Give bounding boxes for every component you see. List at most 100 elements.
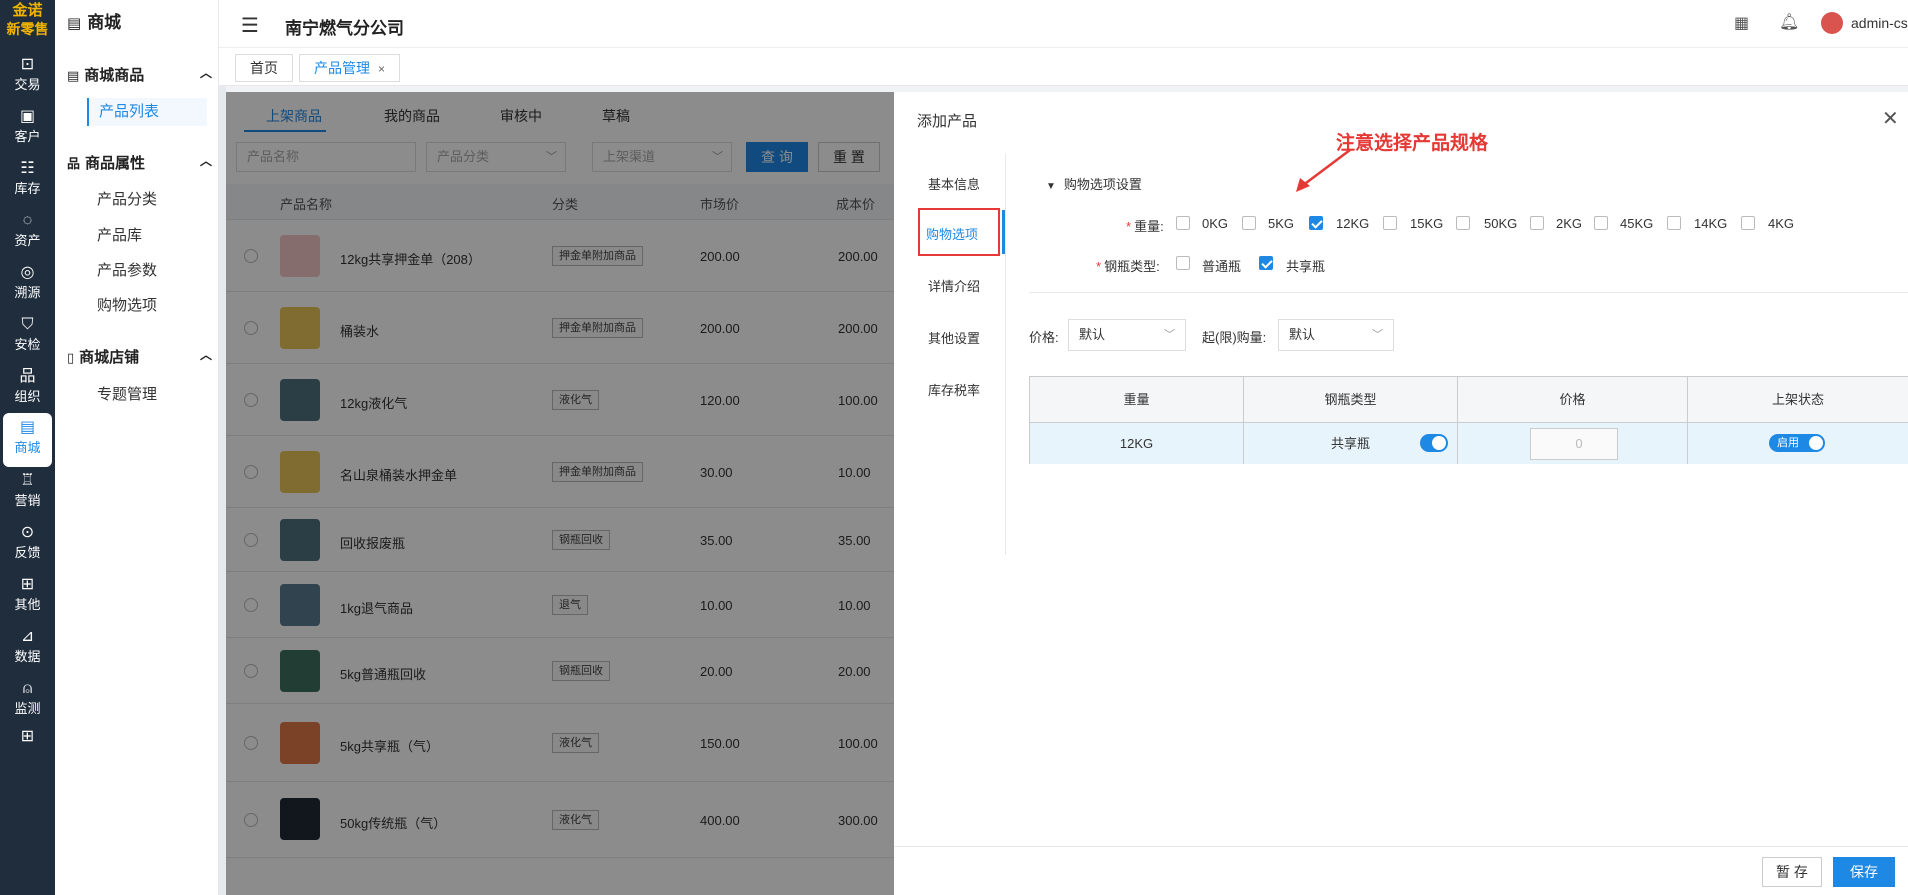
rail-item-monitor[interactable]: ⍝ 监测	[3, 674, 52, 728]
checkbox-bottle-shared[interactable]	[1259, 256, 1273, 270]
price-label: 价格:	[1029, 330, 1059, 345]
rail-item-label: 营销	[14, 493, 41, 508]
rail-item-inventory[interactable]: ☷ 库存	[3, 154, 52, 208]
bulb-icon: ◌	[22, 212, 33, 229]
bell-icon[interactable]: 🔔︎	[1779, 12, 1799, 32]
shield-icon: ⛉	[21, 316, 34, 333]
checkbox-weight-0kg[interactable]	[1176, 216, 1190, 230]
rail-item-inspection[interactable]: ⛉ 安检	[3, 310, 52, 364]
close-icon[interactable]: ✕	[1882, 106, 1899, 131]
rail-item-label: 客户	[14, 129, 41, 144]
user-name[interactable]: admin-cs	[1851, 15, 1908, 31]
page-tabs: 首页 产品管理 ×	[219, 48, 1908, 86]
chevron-up-icon: ︿	[199, 154, 212, 168]
tab-label: 产品管理	[314, 60, 370, 76]
sidebar-item-shopping-options[interactable]: 购物选项	[87, 292, 207, 320]
checkbox-label: 12KG	[1336, 216, 1370, 231]
rail-item-mall[interactable]: ▤ 商城	[3, 413, 52, 467]
nav-other-settings[interactable]: 其他设置	[928, 328, 980, 347]
checkbox-weight-45kg[interactable]	[1594, 216, 1608, 230]
checkbox-weight-50kg[interactable]	[1456, 216, 1470, 230]
rail-item-data[interactable]: ⊿ 数据	[3, 622, 52, 676]
checkbox-weight-12kg[interactable]	[1309, 216, 1323, 230]
sidebar-group-mall-store[interactable]: ▯ 商城店铺 ︿	[67, 346, 212, 366]
annotation-text: 注意选择产品规格	[1336, 133, 1489, 154]
sidebar-group-label: 商品属性	[85, 155, 146, 172]
column-header: 价格	[1458, 377, 1688, 423]
status-toggle[interactable]: 启用	[1769, 434, 1825, 452]
sidebar-group-product-attributes[interactable]: 品商品属性 ︿	[67, 152, 212, 172]
bag-icon: ⊡	[20, 56, 35, 73]
checkbox-weight-14kg[interactable]	[1667, 216, 1681, 230]
rail-item-customer[interactable]: ▣ 客户	[3, 102, 52, 156]
rail-item-trade[interactable]: ⊡ 交易	[3, 50, 52, 104]
sidebar-title: ▤ 商城	[67, 8, 121, 33]
purchase-limit-select[interactable]: 默认 ﹀	[1278, 319, 1394, 351]
section-heading[interactable]: ▼ 购物选项设置	[1046, 174, 1142, 193]
avatar[interactable]	[1821, 12, 1843, 34]
rail-item-label: 商城	[14, 440, 41, 455]
sidebar-group-label: 商城商品	[84, 67, 145, 84]
rail-item-label: 溯源	[14, 285, 41, 300]
select-value: 默认	[1289, 327, 1316, 342]
toggle-knob	[1809, 436, 1823, 450]
nav-details[interactable]: 详情介绍	[928, 276, 980, 295]
rail-item-other[interactable]: ⊞ 其他	[3, 570, 52, 624]
price-input[interactable]: 0	[1530, 428, 1618, 460]
save-draft-button[interactable]: 暂 存	[1762, 857, 1822, 887]
close-icon[interactable]: ×	[378, 62, 385, 76]
caret-down-icon: ▼	[1046, 181, 1056, 192]
price-select[interactable]: 默认 ﹀	[1068, 319, 1186, 351]
hierarchy-icon: 品	[67, 156, 81, 171]
compass-icon: ◎	[20, 264, 35, 281]
checkbox-label: 5KG	[1268, 216, 1295, 231]
nav-basic-info[interactable]: 基本信息	[928, 174, 980, 193]
rail-item-label: 监测	[14, 701, 41, 716]
rail-item-trace[interactable]: ◎ 溯源	[3, 258, 52, 312]
bottle-toggle[interactable]	[1420, 434, 1448, 452]
sidebar-item-product-list[interactable]: 产品列表	[87, 98, 207, 126]
rail-item-assets[interactable]: ◌ 资产	[3, 206, 52, 260]
rail-item-label: 交易	[14, 77, 41, 92]
store-icon: ▤	[67, 68, 80, 83]
rail-item-org[interactable]: 品 组织	[3, 362, 52, 416]
tab-home[interactable]: 首页	[235, 54, 293, 82]
inventory-icon: ☷	[20, 160, 35, 177]
menu-collapse-icon[interactable]: ☰	[241, 13, 259, 38]
primary-nav-rail: 金诺 新零售 ⊡ 交易 ▣ 客户 ☷ 库存 ◌ 资产 ◎ 溯源 ⛉ 安检 品 组…	[0, 0, 55, 895]
chat-icon: ⊙	[20, 524, 35, 541]
rail-item-label: 反馈	[14, 545, 41, 560]
tab-product-management[interactable]: 产品管理 ×	[299, 54, 401, 82]
checkbox-weight-4kg[interactable]	[1741, 216, 1755, 230]
save-button[interactable]: 保存	[1833, 857, 1895, 887]
sidebar-item-product-params[interactable]: 产品参数	[87, 257, 207, 285]
column-header: 重量	[1030, 377, 1244, 423]
sidebar-group-mall-products[interactable]: ▤ 商城商品 ︿	[67, 64, 212, 84]
rail-item-label: 其他	[14, 597, 41, 612]
footer-divider	[894, 846, 1908, 847]
brand-logo: 金诺 新零售	[0, 0, 55, 46]
checkbox-label: 共享瓶	[1286, 259, 1326, 274]
weight-label: * 重量:	[1126, 219, 1164, 234]
checkbox-bottle-normal[interactable]	[1176, 256, 1190, 270]
qrcode-icon[interactable]: ▦	[1734, 13, 1749, 33]
checkbox-weight-15kg[interactable]	[1383, 216, 1397, 230]
rail-item-marketing[interactable]: ♖ 营销	[3, 466, 52, 520]
sidebar-item-product-library[interactable]: 产品库	[87, 222, 207, 250]
brand-logo-line2: 新零售	[6, 21, 49, 37]
alarm-icon: ⍝	[22, 680, 33, 697]
sidebar-item-product-category[interactable]: 产品分类	[87, 186, 207, 214]
spec-bottle-text: 共享瓶	[1330, 436, 1370, 451]
chart-icon: ⊿	[20, 628, 35, 645]
checkbox-label: 15KG	[1410, 216, 1444, 231]
checkbox-label: 50KG	[1484, 216, 1518, 231]
checkbox-label: 14KG	[1694, 216, 1728, 231]
rail-item-feedback[interactable]: ⊙ 反馈	[3, 518, 52, 572]
checkbox-weight-5kg[interactable]	[1242, 216, 1256, 230]
rail-item-more[interactable]: ⊞	[3, 722, 52, 745]
company-name: 南宁燃气分公司	[285, 19, 404, 38]
nav-stock-tax[interactable]: 库存税率	[928, 380, 980, 399]
sidebar-item-topic-management[interactable]: 专题管理	[87, 381, 207, 409]
modal-overlay[interactable]	[226, 92, 894, 895]
checkbox-weight-2kg[interactable]	[1530, 216, 1544, 230]
